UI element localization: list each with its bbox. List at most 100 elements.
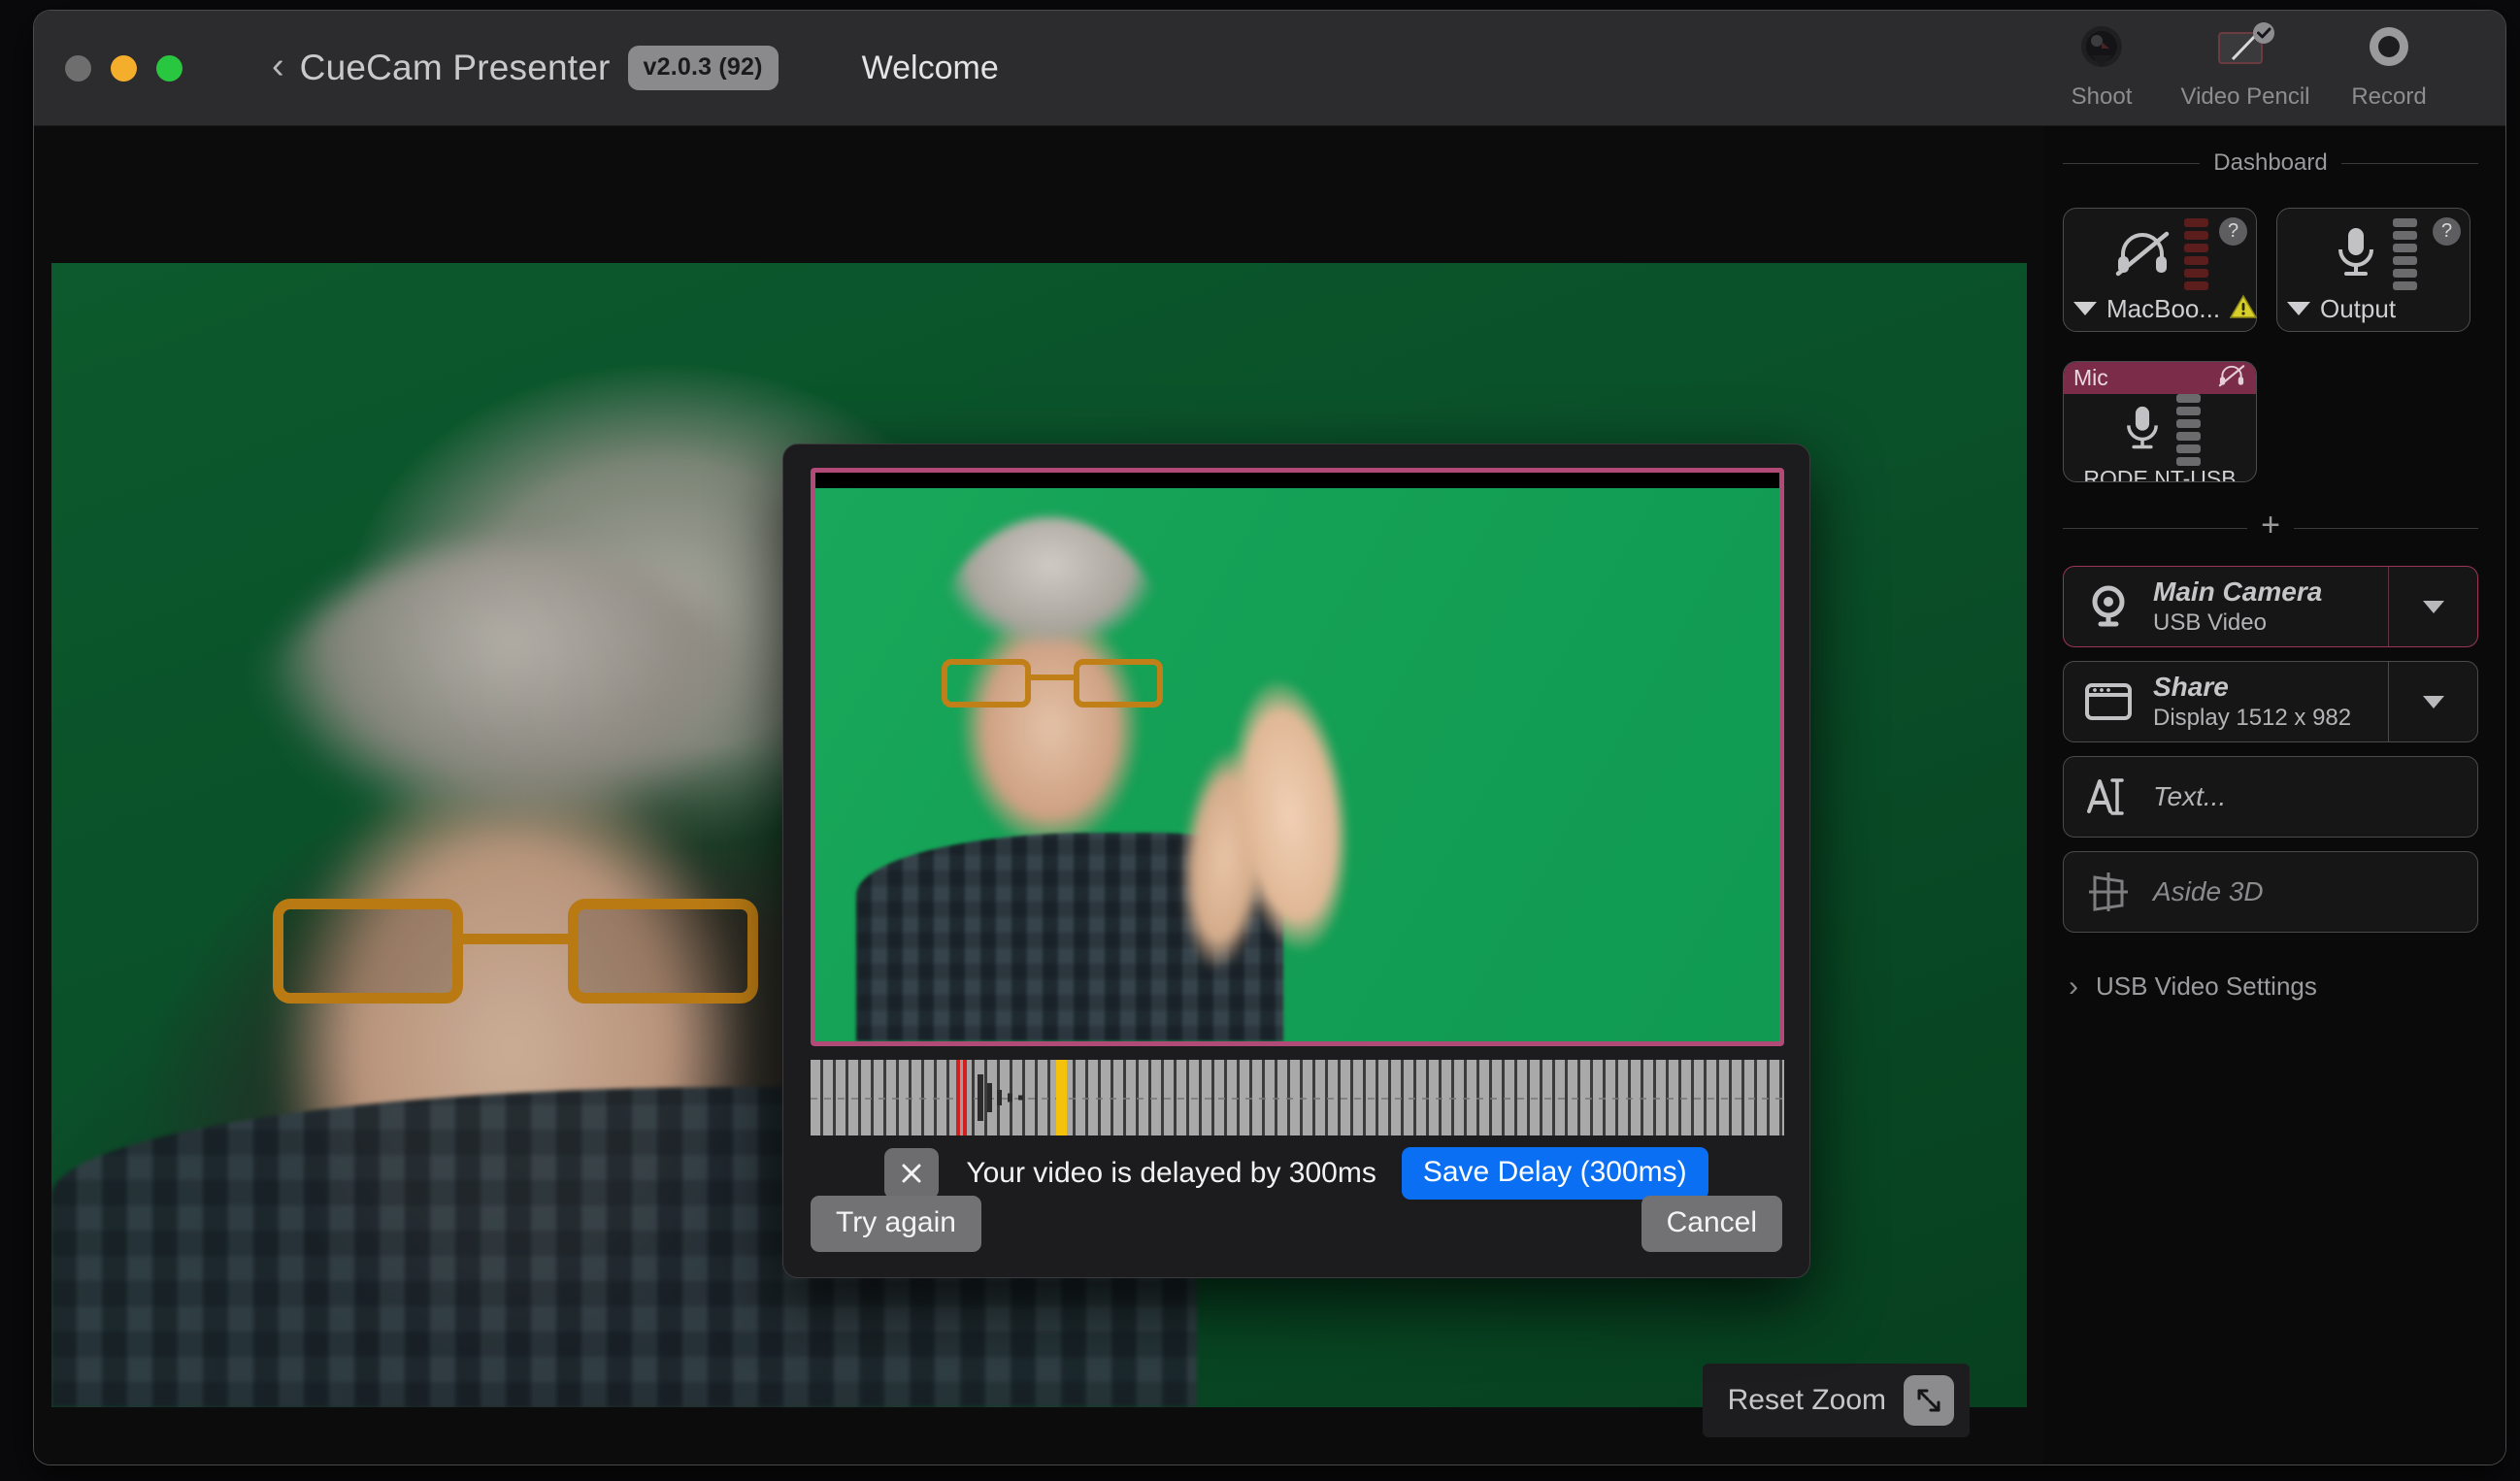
cube-3d-icon <box>2064 869 2153 915</box>
toolbar-video-pencil-button[interactable]: Video Pencil <box>2173 18 2317 118</box>
chevron-down-icon[interactable] <box>2287 302 2310 315</box>
audio-spike-2 <box>987 1083 992 1112</box>
divider-right <box>2340 162 2479 164</box>
help-icon[interactable]: ? <box>2219 217 2247 246</box>
dismiss-message-button[interactable] <box>884 1148 940 1199</box>
source-text: Main Camera USB Video <box>2153 576 2388 637</box>
dialog-presenter-glasses <box>942 659 1163 708</box>
traffic-lights <box>65 54 182 82</box>
level-meter-bars <box>2183 218 2208 290</box>
webcam-icon <box>2064 584 2153 629</box>
usb-video-settings-label: USB Video Settings <box>2096 971 2317 1001</box>
headphones-muted-icon <box>2112 226 2172 283</box>
reset-zoom-control[interactable]: Reset Zoom <box>1702 1364 1970 1437</box>
mic-card-body <box>2064 394 2256 466</box>
audio-meter-grid: ? MacBoo... ? Output <box>2063 208 2478 332</box>
usb-video-settings-disclosure[interactable]: › USB Video Settings <box>2063 971 2478 1002</box>
save-delay-button[interactable]: Save Delay (300ms) <box>1401 1147 1708 1200</box>
video-delay-dialog: Your video is delayed by 300ms Save Dela… <box>782 444 1810 1278</box>
meter-card-macbook[interactable]: ? MacBoo... <box>2063 208 2258 332</box>
meter-card-footer: MacBoo... <box>2064 292 2258 331</box>
level-meter-bars <box>2392 218 2417 290</box>
meter-card-name: Output <box>2320 293 2397 323</box>
audio-spike-3 <box>997 1090 1002 1105</box>
add-source-divider: + <box>2063 509 2479 544</box>
help-icon[interactable]: ? <box>2433 217 2461 246</box>
divider-right <box>2293 527 2479 529</box>
toolbar-record-button[interactable]: Record <box>2317 18 2461 118</box>
source-title: Text... <box>2153 781 2227 811</box>
level-meter-bars <box>2175 394 2201 466</box>
fit-to-screen-icon[interactable] <box>1904 1375 1954 1426</box>
window-share-icon <box>2064 681 2153 722</box>
source-text: Text... <box>2153 781 2477 812</box>
source-title: Share <box>2153 672 2229 702</box>
mic-card[interactable]: Mic RODE NT-USB <box>2063 361 2257 482</box>
mic-card-header-label: Mic <box>2073 365 2108 390</box>
source-list: Main Camera USB Video Share Display 1512… <box>2063 566 2478 933</box>
app-window: ‹ CueCam Presenter v2.0.3 (92) Welcome S… <box>33 10 2506 1465</box>
toolbar: Shoot Video Pencil Record <box>2030 18 2505 118</box>
chevron-down-icon <box>2422 600 2444 613</box>
content-area: Reset Zoom Your video is delayed by 300m… <box>34 126 2505 1465</box>
source-menu-button[interactable] <box>2388 662 2477 741</box>
app-title: CueCam Presenter <box>299 48 611 87</box>
delay-message-text: Your video is delayed by 300ms <box>966 1157 1376 1189</box>
toolbar-video-pencil-label: Video Pencil <box>2180 82 2310 110</box>
dashboard-label: Dashboard <box>2213 149 2328 176</box>
dialog-video-preview <box>811 468 1784 1046</box>
source-row-share[interactable]: Share Display 1512 x 982 <box>2063 661 2478 742</box>
source-row-aside-3d[interactable]: Aside 3D <box>2063 851 2478 933</box>
mic-device-name: RODE NT-USB <box>2083 466 2237 482</box>
audio-spike-1 <box>978 1074 983 1121</box>
dashboard-sidebar: Dashboard ? MacBoo... ? Output Mic RODE … <box>2043 126 2505 1465</box>
chevron-right-icon: › <box>2069 970 2078 1003</box>
check-badge-icon <box>2253 21 2274 44</box>
cancel-button[interactable]: Cancel <box>1641 1196 1782 1252</box>
dashboard-section-header: Dashboard <box>2063 149 2479 177</box>
source-row-text[interactable]: Text... <box>2063 756 2478 838</box>
meter-card-name: MacBoo... <box>2106 293 2221 323</box>
marker-red[interactable] <box>956 1060 967 1135</box>
delay-filmstrip[interactable] <box>811 1060 1784 1135</box>
record-icon <box>2361 18 2417 79</box>
toolbar-shoot-label: Shoot <box>2071 82 2133 110</box>
back-chevron-icon[interactable]: ‹ <box>272 48 284 84</box>
chevron-down-icon <box>2422 695 2444 708</box>
source-subtitle: Display 1512 x 982 <box>2153 705 2352 731</box>
dialog-preview-image <box>815 488 1779 1041</box>
source-title: Aside 3D <box>2153 876 2264 906</box>
toolbar-record-label: Record <box>2351 82 2427 110</box>
source-subtitle: USB Video <box>2153 609 2267 636</box>
chevron-down-icon[interactable] <box>2073 302 2097 315</box>
source-row-main-camera[interactable]: Main Camera USB Video <box>2063 566 2478 647</box>
close-window-button[interactable] <box>65 54 91 82</box>
document-title: Welcome <box>861 49 999 86</box>
headphones-muted-icon[interactable] <box>2217 362 2246 394</box>
meter-card-output[interactable]: ? Output <box>2276 208 2470 332</box>
add-source-button[interactable]: + <box>2261 509 2280 542</box>
toolbar-shoot-button[interactable]: Shoot <box>2030 18 2173 118</box>
delay-message-row: Your video is delayed by 300ms Save Dela… <box>783 1147 1809 1200</box>
video-pencil-icon <box>2213 18 2277 79</box>
camera-icon <box>2073 18 2130 79</box>
reset-zoom-label: Reset Zoom <box>1727 1384 1886 1416</box>
audio-spike-5 <box>1018 1095 1023 1101</box>
divider-left <box>2063 527 2248 529</box>
text-cursor-icon <box>2064 774 2153 819</box>
source-text: Share Display 1512 x 982 <box>2153 672 2388 732</box>
version-badge: v2.0.3 (92) <box>627 46 779 90</box>
presenter-glasses <box>273 899 758 1004</box>
microphone-icon <box>2120 403 2165 458</box>
microphone-icon <box>2331 224 2381 285</box>
titlebar: ‹ CueCam Presenter v2.0.3 (92) Welcome S… <box>34 11 2505 126</box>
minimize-window-button[interactable] <box>111 54 137 82</box>
source-text: Aside 3D <box>2153 876 2477 907</box>
try-again-button[interactable]: Try again <box>811 1196 981 1252</box>
source-menu-button[interactable] <box>2388 567 2477 646</box>
audio-spike-4 <box>1008 1093 1012 1103</box>
divider-left <box>2063 162 2201 164</box>
meter-card-footer: Output <box>2277 292 2470 331</box>
marker-yellow[interactable] <box>1056 1060 1067 1135</box>
maximize-window-button[interactable] <box>156 54 182 82</box>
